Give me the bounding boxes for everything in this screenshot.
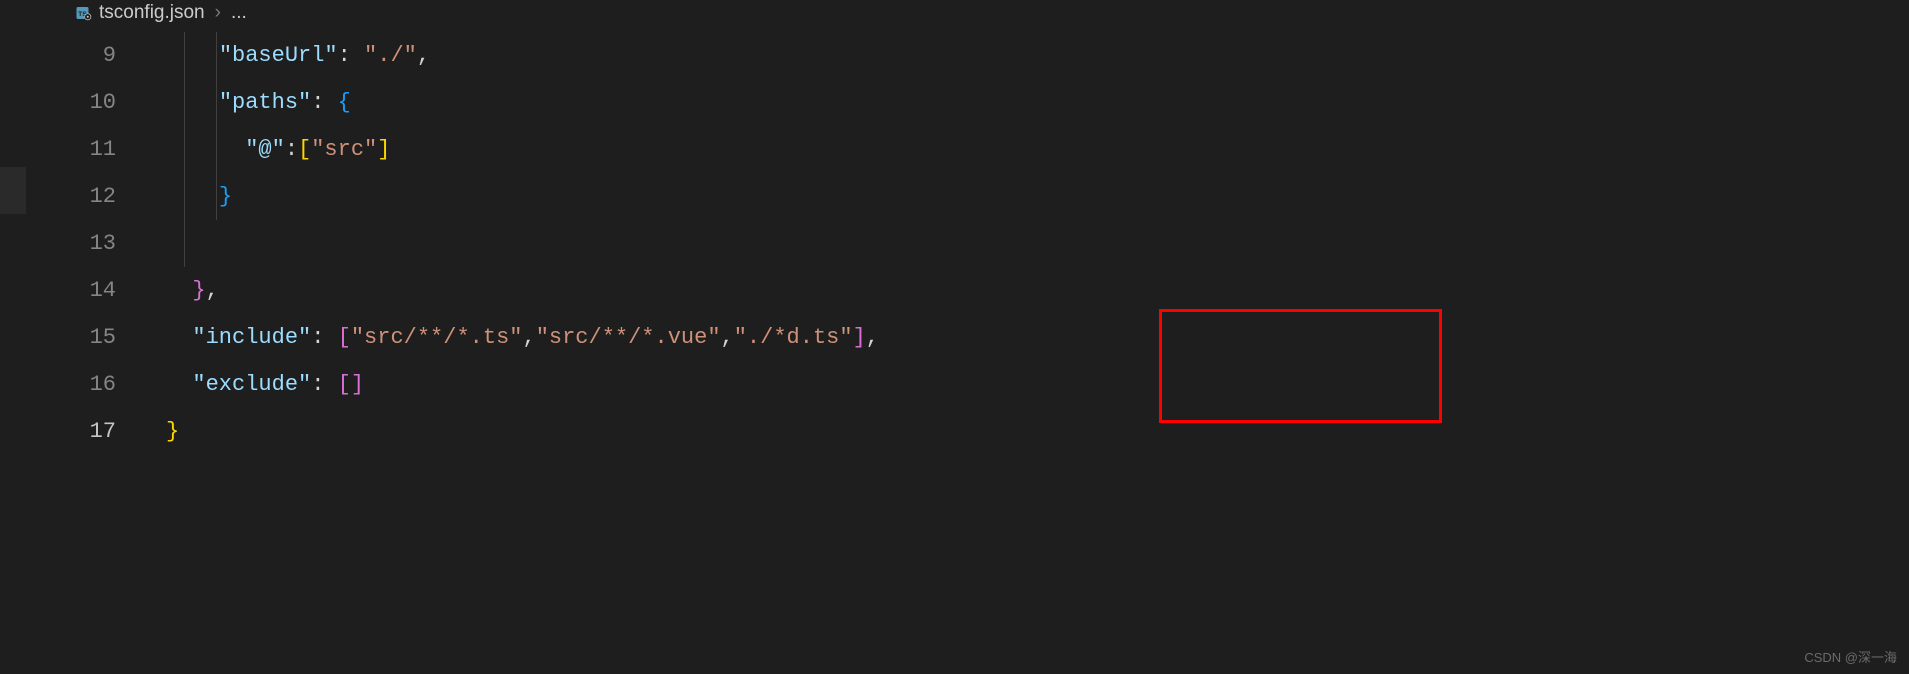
code-line (166, 220, 1909, 267)
line-number: 15 (26, 314, 116, 361)
line-number: 17 (26, 408, 116, 455)
line-number: 9 (26, 32, 116, 79)
breadcrumb[interactable]: TS tsconfig.json › ... (0, 0, 1909, 32)
watermark: CSDN @深一海 (1804, 647, 1897, 666)
line-number: 12 (26, 173, 116, 220)
code-editor[interactable]: 9 10 11 12 13 14 15 16 17 "baseUrl": "./… (0, 32, 1909, 672)
code-line: } (166, 408, 1909, 455)
line-number: 10 (26, 79, 116, 126)
code-line: "@":["src"] (166, 126, 1909, 173)
line-number: 16 (26, 361, 116, 408)
code-line: "paths": { (166, 79, 1909, 126)
typescript-config-icon: TS (75, 4, 93, 22)
line-number: 14 (26, 267, 116, 314)
indent-guide (216, 32, 217, 220)
code-line: } (166, 173, 1909, 220)
code-line: "include": ["src/**/*.ts","src/**/*.vue"… (166, 314, 1909, 361)
code-content[interactable]: "baseUrl": "./", "paths": { "@":["src"] … (146, 32, 1909, 672)
activity-strip (0, 32, 26, 672)
breadcrumb-trail[interactable]: ... (231, 2, 247, 24)
line-number: 13 (26, 220, 116, 267)
code-line: }, (166, 267, 1909, 314)
code-line: "baseUrl": "./", (166, 32, 1909, 79)
indent-guide (184, 32, 185, 267)
breadcrumb-separator-icon: › (215, 2, 221, 24)
line-number-gutter: 9 10 11 12 13 14 15 16 17 (26, 32, 146, 672)
line-marker (0, 167, 26, 214)
breadcrumb-filename[interactable]: tsconfig.json (99, 2, 205, 24)
code-line: "exclude": [] (166, 361, 1909, 408)
line-number: 11 (26, 126, 116, 173)
